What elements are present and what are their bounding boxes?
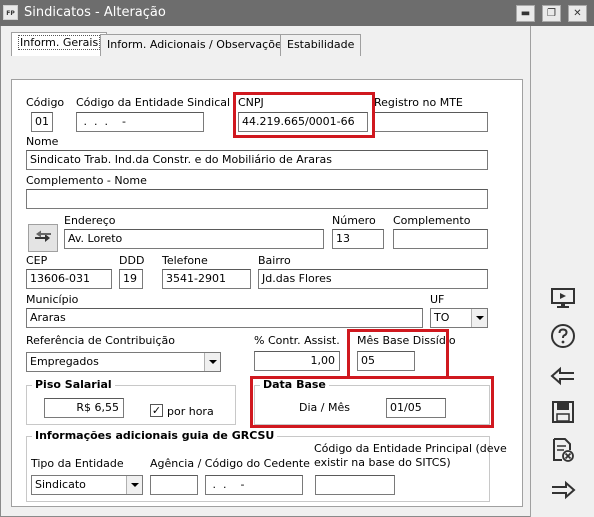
- complemento-nome-field[interactable]: [26, 189, 488, 209]
- piso-salarial-title: Piso Salarial: [32, 378, 115, 391]
- codigo-entidade-label: Código da Entidade Sindical: [76, 96, 231, 109]
- tipo-entidade-select[interactable]: Sindicato: [31, 475, 143, 495]
- arrows-swap-icon: [35, 230, 51, 242]
- uf-value: TO: [434, 311, 450, 324]
- nome-field[interactable]: Sindicato Trab. Ind.da Constr. e do Mobi…: [26, 150, 488, 170]
- numero-field[interactable]: 13: [332, 229, 384, 249]
- complemento-field[interactable]: [393, 229, 488, 249]
- app-icon: FP: [3, 5, 18, 20]
- por-hora-label: por hora: [167, 405, 214, 418]
- referencia-label: Referência de Contribuição: [26, 334, 175, 347]
- window-title: Sindicatos - Alteração: [24, 5, 166, 20]
- chevron-down-icon[interactable]: [204, 353, 220, 371]
- entidade-principal-label-1: Código da Entidade Principal (deve: [314, 442, 507, 455]
- endereco-label: Endereço: [64, 214, 116, 227]
- tipo-entidade-label: Tipo da Entidade: [31, 457, 124, 470]
- complemento-nome-label: Complemento - Nome: [26, 174, 147, 187]
- cedente-field[interactable]: . . -: [205, 475, 303, 495]
- back-arrow-icon[interactable]: [549, 362, 577, 390]
- municipio-field[interactable]: Araras: [26, 308, 423, 328]
- monitor-icon[interactable]: [549, 284, 577, 312]
- cep-label: CEP: [26, 254, 48, 267]
- forward-arrow-icon[interactable]: [549, 476, 577, 504]
- tab-inform-gerais[interactable]: Inform. Gerais: [11, 32, 108, 56]
- chevron-down-icon[interactable]: [126, 476, 142, 494]
- cancel-document-icon[interactable]: [549, 436, 577, 464]
- contr-assist-label: % Contr. Assist.: [254, 334, 340, 347]
- cep-field[interactable]: 13606-031: [26, 269, 112, 289]
- uf-label: UF: [430, 293, 445, 306]
- telefone-label: Telefone: [162, 254, 208, 267]
- contr-assist-field[interactable]: 1,00: [254, 351, 340, 371]
- uf-select[interactable]: TO: [430, 308, 488, 328]
- tab-panel: Código 01 Código da Entidade Sindical . …: [11, 79, 523, 507]
- ddd-label: DDD: [119, 254, 145, 267]
- data-base-highlight: [250, 376, 494, 428]
- agencia-field[interactable]: [150, 475, 198, 495]
- entidade-principal-field[interactable]: [315, 475, 395, 495]
- por-hora-checkbox[interactable]: ✓: [150, 404, 163, 417]
- window-body: Inform. Gerais Inform. Adicionais / Obse…: [0, 26, 594, 517]
- mes-base-highlight: [347, 329, 449, 379]
- piso-salarial-field[interactable]: R$ 6,55: [44, 398, 124, 418]
- codigo-field[interactable]: 01: [31, 112, 53, 132]
- registro-mte-field[interactable]: [374, 112, 488, 132]
- entidade-principal-label-2: existir na base do SITCS): [314, 456, 451, 469]
- referencia-select[interactable]: Empregados: [26, 352, 221, 372]
- side-toolbar: [530, 26, 594, 517]
- maximize-button[interactable]: ❐: [542, 5, 561, 22]
- minimize-button[interactable]: ▬: [516, 5, 535, 22]
- bairro-label: Bairro: [258, 254, 291, 267]
- tab-estabilidade[interactable]: Estabilidade: [280, 34, 362, 56]
- nome-label: Nome: [26, 135, 59, 148]
- close-button[interactable]: ✕: [568, 5, 587, 22]
- title-bar: FP Sindicatos - Alteração ▬ ❐ ✕: [0, 0, 594, 26]
- numero-label: Número: [332, 214, 376, 227]
- complemento-label: Complemento: [393, 214, 471, 227]
- ddd-field[interactable]: 19: [119, 269, 143, 289]
- registro-mte-label: Registro no MTE: [374, 96, 463, 109]
- cnpj-highlight: [233, 92, 375, 138]
- bairro-field[interactable]: Jd.das Flores: [258, 269, 488, 289]
- save-icon[interactable]: [549, 398, 577, 426]
- endereco-field[interactable]: Av. Loreto: [64, 229, 324, 249]
- referencia-value: Empregados: [30, 355, 99, 368]
- address-lookup-button[interactable]: [28, 224, 58, 252]
- help-icon[interactable]: [549, 322, 577, 350]
- codigo-entidade-field[interactable]: . . . -: [76, 112, 204, 132]
- agencia-cedente-label: Agência / Código do Cedente: [150, 457, 310, 470]
- grcsu-title: Informações adicionais guia de GRCSU: [32, 429, 278, 442]
- chevron-down-icon[interactable]: [471, 309, 487, 327]
- telefone-field[interactable]: 3541-2901: [162, 269, 251, 289]
- tipo-entidade-value: Sindicato: [35, 478, 86, 491]
- tab-inform-adicionais[interactable]: Inform. Adicionais / Observações: [100, 34, 295, 56]
- municipio-label: Município: [26, 293, 79, 306]
- codigo-label: Código: [26, 96, 65, 109]
